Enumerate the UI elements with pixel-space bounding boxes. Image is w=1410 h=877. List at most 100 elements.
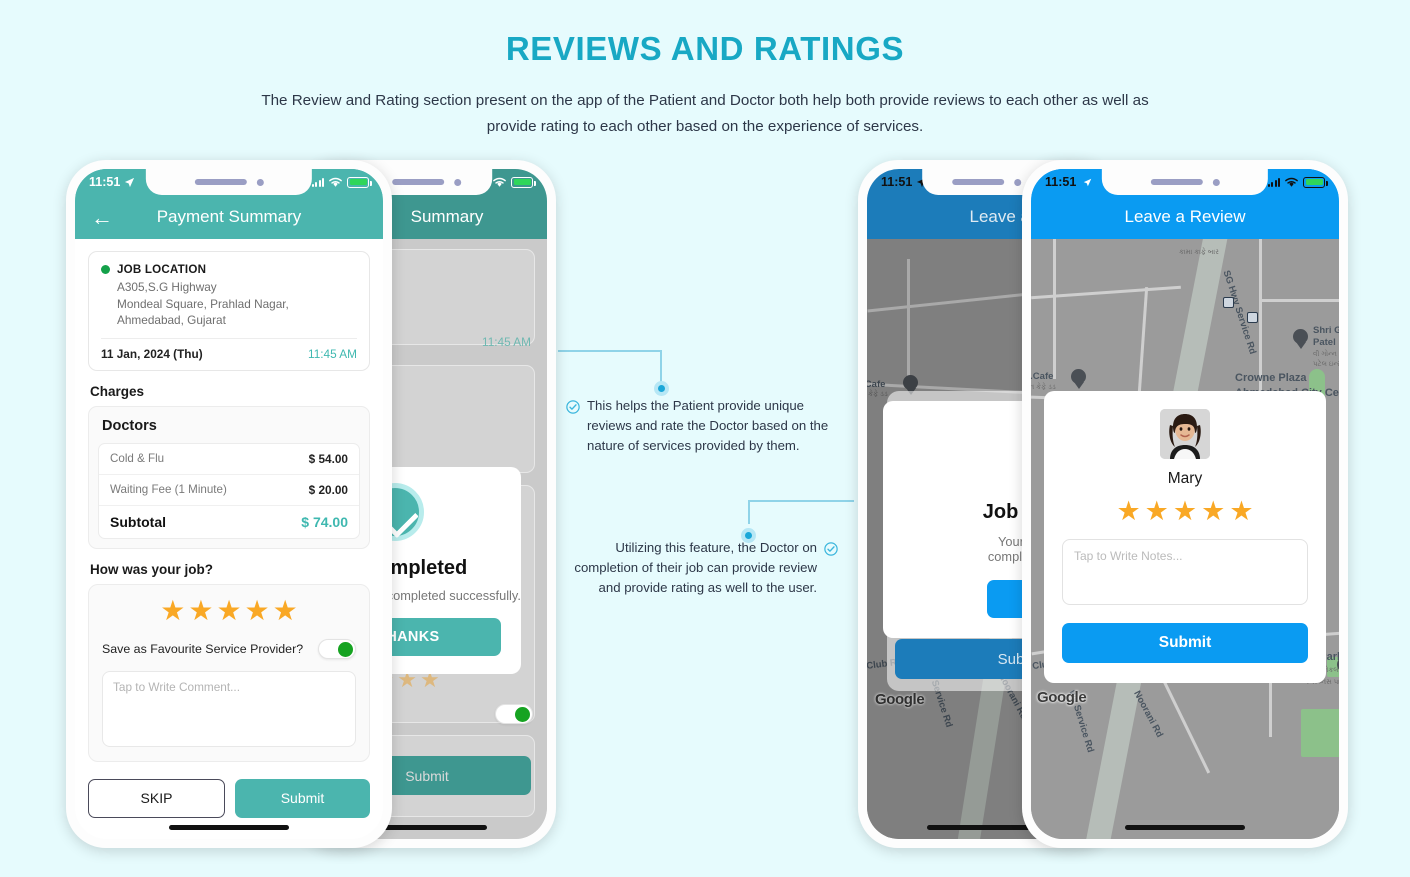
map-pin-icon	[1293, 329, 1308, 349]
front-camera-icon	[256, 178, 264, 186]
star-icon[interactable]: ★	[1201, 498, 1225, 525]
comment-input[interactable]: Tap to Write Comment...	[102, 670, 356, 747]
front-camera-icon	[1014, 178, 1022, 186]
annotation-2-connector-v	[748, 500, 750, 524]
charges-group-title: Doctors	[102, 417, 157, 434]
phone2-favourite-toggle[interactable]	[495, 704, 533, 724]
navigation-arrow-icon	[125, 177, 135, 187]
signal-bars-icon	[311, 177, 324, 187]
charges-section-label: Charges	[90, 383, 145, 399]
doctor-avatar-image	[1160, 409, 1210, 459]
speaker-grill-icon	[952, 179, 1005, 185]
phone1-app-title: Payment Summary	[156, 207, 302, 226]
back-arrow-icon[interactable]: ←	[91, 207, 113, 229]
annotation-1: This helps the Patient provide unique re…	[566, 396, 836, 456]
phone4-home-indicator	[1125, 825, 1245, 830]
charge-item-name: Cold & Flu	[110, 452, 165, 465]
charges-table: Cold & Flu $ 54.00 Waiting Fee (1 Minute…	[98, 442, 360, 539]
charge-item-amount: $ 54.00	[308, 451, 348, 466]
map-road	[1259, 299, 1339, 302]
notes-input[interactable]: Tap to Write Notes...	[1062, 539, 1308, 605]
job-location-line-3: Ahmedabad, Gujarat	[117, 313, 226, 327]
subtotal-label: Subtotal	[110, 513, 166, 530]
phone1-home-indicator	[169, 825, 289, 830]
phone1-body: JOB LOCATION A305,S.G Highway Mondeal Sq…	[75, 239, 383, 839]
phone2-time-fragment: 11:45 AM	[482, 335, 531, 349]
location-dot-icon	[101, 265, 110, 274]
signal-bars-icon	[1267, 177, 1280, 187]
speaker-grill-icon	[1150, 179, 1203, 185]
table-row: Waiting Fee (1 Minute) $ 20.00	[99, 473, 359, 505]
google-attribution: Google	[875, 691, 925, 708]
star-icon[interactable]: ★	[1173, 498, 1197, 525]
star-icon[interactable]: ★	[1145, 498, 1169, 525]
job-location-line-1: A305,S.G Highway	[117, 280, 217, 294]
submit-button[interactable]: Submit	[235, 778, 370, 818]
job-location-time: 11:45 AM	[308, 346, 357, 361]
map-road	[907, 259, 910, 379]
check-circle-icon	[566, 400, 580, 414]
page-title: REVIEWS AND RATINGS	[505, 30, 905, 67]
toggle-knob	[338, 641, 353, 657]
check-circle-icon	[824, 542, 838, 556]
page-root: REVIEWS AND RATINGS The Review and Ratin…	[0, 0, 1410, 877]
star-rating[interactable]: ★ ★ ★ ★ ★	[1062, 498, 1308, 525]
star-icon[interactable]: ★	[245, 596, 270, 625]
annotation-1-connector-v	[660, 350, 662, 384]
phone-mockup-leave-a-review: 11:51 Leave a Review .Cafe ન કેફે ડડ Shr…	[1022, 160, 1348, 848]
table-row: Cold & Flu $ 54.00	[99, 444, 359, 474]
favourite-toggle[interactable]	[318, 638, 356, 659]
review-card: ★ ★ ★ ★ ★ Save as Favourite Service Prov…	[88, 583, 370, 762]
google-attribution: Google	[1037, 689, 1087, 706]
map-label: Shri G	[1313, 325, 1339, 336]
annotation-2-text: Utilizing this feature, the Doctor on co…	[574, 540, 817, 595]
front-camera-icon	[454, 178, 462, 186]
map-pin-cafe-icon	[1071, 369, 1086, 389]
speaker-grill-icon	[194, 179, 247, 185]
phone3-status-time: 11:51	[881, 175, 913, 189]
reviewee-name: Mary	[1167, 470, 1203, 487]
star-icon[interactable]: ★	[273, 596, 298, 625]
map-label-crowne-plaza: Crowne Plaza	[1235, 372, 1307, 384]
action-buttons: SKIP Submit	[88, 778, 370, 818]
job-location-label: JOB LOCATION	[117, 263, 207, 276]
charge-item-amount: $ 20.00	[308, 482, 348, 497]
annotation-1-dot	[654, 381, 669, 396]
job-location-address: A305,S.G Highway Mondeal Square, Prahlad…	[117, 279, 357, 329]
map-transit-icon	[1223, 297, 1234, 308]
charge-item-name: Waiting Fee (1 Minute)	[110, 483, 227, 496]
map-label: t.Cafe	[1031, 371, 1054, 382]
submit-button[interactable]: Submit	[1062, 623, 1308, 663]
star-icon[interactable]: ★	[1116, 498, 1140, 525]
annotation-1-connector-h	[558, 350, 662, 352]
subtotal-amount: $ 74.00	[301, 513, 348, 530]
star-icon[interactable]: ★	[216, 596, 241, 625]
phone1-notch	[145, 169, 313, 195]
star-icon[interactable]: ★	[160, 596, 185, 625]
phone4-status-right	[1267, 176, 1328, 188]
map-park	[1301, 709, 1339, 757]
phone4-status-left: 11:51	[1045, 174, 1096, 190]
wifi-icon	[1285, 177, 1298, 187]
review-question: How was your job?	[90, 561, 214, 577]
phone1-status-right	[311, 176, 372, 188]
map-road	[1053, 239, 1056, 379]
annotation-2: Utilizing this feature, the Doctor on co…	[570, 538, 838, 598]
map-transit-icon	[1247, 312, 1258, 323]
job-location-header: JOB LOCATION	[101, 263, 357, 276]
star-icon[interactable]: ★	[1229, 498, 1253, 525]
star-icon[interactable]: ★	[188, 596, 213, 625]
page-subtitle: The Review and Rating section present on…	[255, 88, 1155, 140]
map-pin-icon	[1337, 657, 1339, 677]
job-location-date: 11 Jan, 2024 (Thu)	[101, 346, 203, 361]
map-label: t.Cafe	[867, 379, 886, 390]
map-label: Patel	[1313, 337, 1336, 348]
job-location-card: JOB LOCATION A305,S.G Highway Mondeal Sq…	[88, 251, 370, 371]
battery-charging-icon	[511, 176, 536, 188]
leave-review-card: Mary ★ ★ ★ ★ ★ Tap to Write Notes... Sub…	[1044, 391, 1326, 683]
speaker-grill-icon	[392, 179, 445, 185]
phone4-screen: 11:51 Leave a Review .Cafe ન કેફે ડડ Shr…	[1031, 169, 1339, 839]
phone4-app-title: Leave a Review	[1124, 207, 1246, 226]
star-rating[interactable]: ★ ★ ★ ★ ★	[102, 596, 356, 625]
skip-button[interactable]: SKIP	[88, 778, 225, 818]
